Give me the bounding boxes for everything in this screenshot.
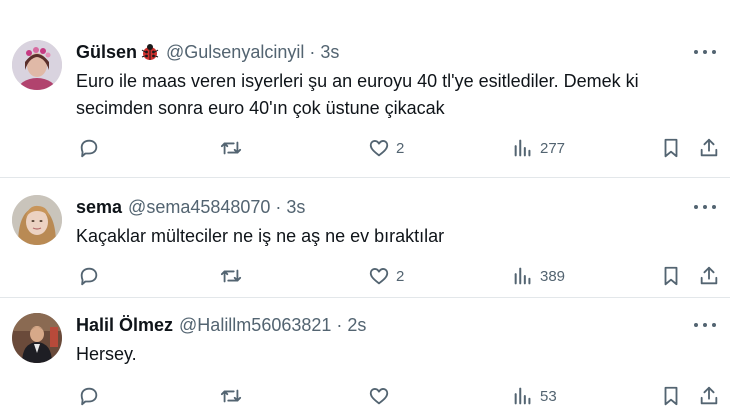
tweet-text-line: Kaçaklar mülteciler ne iş ne aş ne ev bı… xyxy=(76,226,445,246)
bookmark-icon xyxy=(664,266,678,286)
bookmark-icon xyxy=(664,386,678,406)
author-name[interactable]: sema xyxy=(76,197,122,218)
reply-icon xyxy=(80,267,98,286)
author-name[interactable]: Gülsen xyxy=(76,42,137,63)
views-icon xyxy=(514,139,531,157)
retweet-icon xyxy=(220,141,242,155)
views-icon xyxy=(514,267,531,285)
share-button[interactable] xyxy=(698,383,720,409)
bookmark-button[interactable] xyxy=(660,135,682,161)
retweet-button[interactable] xyxy=(220,383,248,409)
timestamp[interactable]: 3s xyxy=(286,197,305,218)
tweet-header: sema @sema45848070 · 3s xyxy=(76,195,305,219)
tweet-actions: 2 277 xyxy=(76,135,722,161)
reply-button[interactable] xyxy=(78,135,106,161)
share-button[interactable] xyxy=(698,135,720,161)
divider xyxy=(0,177,730,178)
tweet-actions: 53 xyxy=(76,383,722,409)
like-icon xyxy=(369,268,389,285)
share-button[interactable] xyxy=(698,263,720,289)
bookmark-icon xyxy=(664,138,678,158)
separator-dot: · xyxy=(336,314,343,335)
tweet-header: Halil Ölmez @Halillm56063821 · 2s xyxy=(76,313,366,337)
author-name[interactable]: Halil Ölmez xyxy=(76,315,173,336)
author-handle[interactable]: @Halillm56063821 xyxy=(179,315,331,336)
views-count: 53 xyxy=(540,387,557,405)
avatar[interactable] xyxy=(12,195,62,245)
retweet-button[interactable] xyxy=(220,263,248,289)
tweet-2[interactable]: sema @sema45848070 · 3s Kaçaklar mülteci… xyxy=(0,195,730,295)
more-icon[interactable] xyxy=(694,44,716,60)
author-handle[interactable]: @sema45848070 xyxy=(128,197,270,218)
like-count: 2 xyxy=(396,139,405,157)
bookmark-button[interactable] xyxy=(660,263,682,289)
like-button[interactable]: 2 xyxy=(368,135,404,161)
like-button[interactable]: 2 xyxy=(368,263,404,289)
tweet-header: Gülsen @Gulsenyalcinyil · 3s xyxy=(76,40,339,64)
separator-dot: · xyxy=(275,196,282,217)
more-icon[interactable] xyxy=(694,317,716,333)
like-icon xyxy=(369,388,389,405)
tweet-feed: Gülsen @Gulsenyalcinyil · 3s Euro ile ma… xyxy=(0,0,730,420)
views-button[interactable]: 53 xyxy=(512,383,557,409)
retweet-button[interactable] xyxy=(220,135,248,161)
tweet-text: Euro ile maas veren isyerleri şu an euro… xyxy=(76,68,696,122)
avatar[interactable] xyxy=(12,313,62,363)
tweet-text: Hersey. xyxy=(76,341,696,368)
avatar[interactable] xyxy=(12,40,62,90)
views-button[interactable]: 389 xyxy=(512,263,565,289)
divider xyxy=(0,297,730,298)
author-handle[interactable]: @Gulsenyalcinyil xyxy=(166,42,304,63)
like-button[interactable] xyxy=(368,383,396,409)
reply-icon xyxy=(80,139,98,158)
timestamp[interactable]: 2s xyxy=(347,315,366,336)
bookmark-button[interactable] xyxy=(660,383,682,409)
retweet-icon xyxy=(220,269,242,283)
tweet-3[interactable]: Halil Ölmez @Halillm56063821 · 2s Hersey… xyxy=(0,313,730,418)
tweet-1[interactable]: Gülsen @Gulsenyalcinyil · 3s Euro ile ma… xyxy=(0,40,730,170)
tweet-text-line: Euro ile maas veren isyerleri şu an euro… xyxy=(76,71,639,91)
share-icon xyxy=(700,138,718,157)
like-count: 2 xyxy=(396,267,405,285)
reply-button[interactable] xyxy=(78,383,106,409)
reply-icon xyxy=(80,387,98,406)
tweet-text-line: secimden sonra euro 40'ın çok üstune çik… xyxy=(76,98,445,118)
share-icon xyxy=(700,386,718,405)
tweet-text-line: Hersey. xyxy=(76,344,137,364)
more-icon[interactable] xyxy=(694,199,716,215)
views-button[interactable]: 277 xyxy=(512,135,565,161)
tweet-actions: 2 389 xyxy=(76,263,722,289)
reply-button[interactable] xyxy=(78,263,106,289)
tweet-text: Kaçaklar mülteciler ne iş ne aş ne ev bı… xyxy=(76,223,696,250)
separator-dot: · xyxy=(309,41,316,62)
views-count: 389 xyxy=(540,267,566,285)
views-count: 277 xyxy=(540,139,566,157)
like-icon xyxy=(369,140,389,157)
timestamp[interactable]: 3s xyxy=(320,42,339,63)
share-icon xyxy=(700,266,718,285)
retweet-icon xyxy=(220,389,242,403)
ladybug-emoji-icon xyxy=(140,42,160,62)
views-icon xyxy=(514,387,531,405)
